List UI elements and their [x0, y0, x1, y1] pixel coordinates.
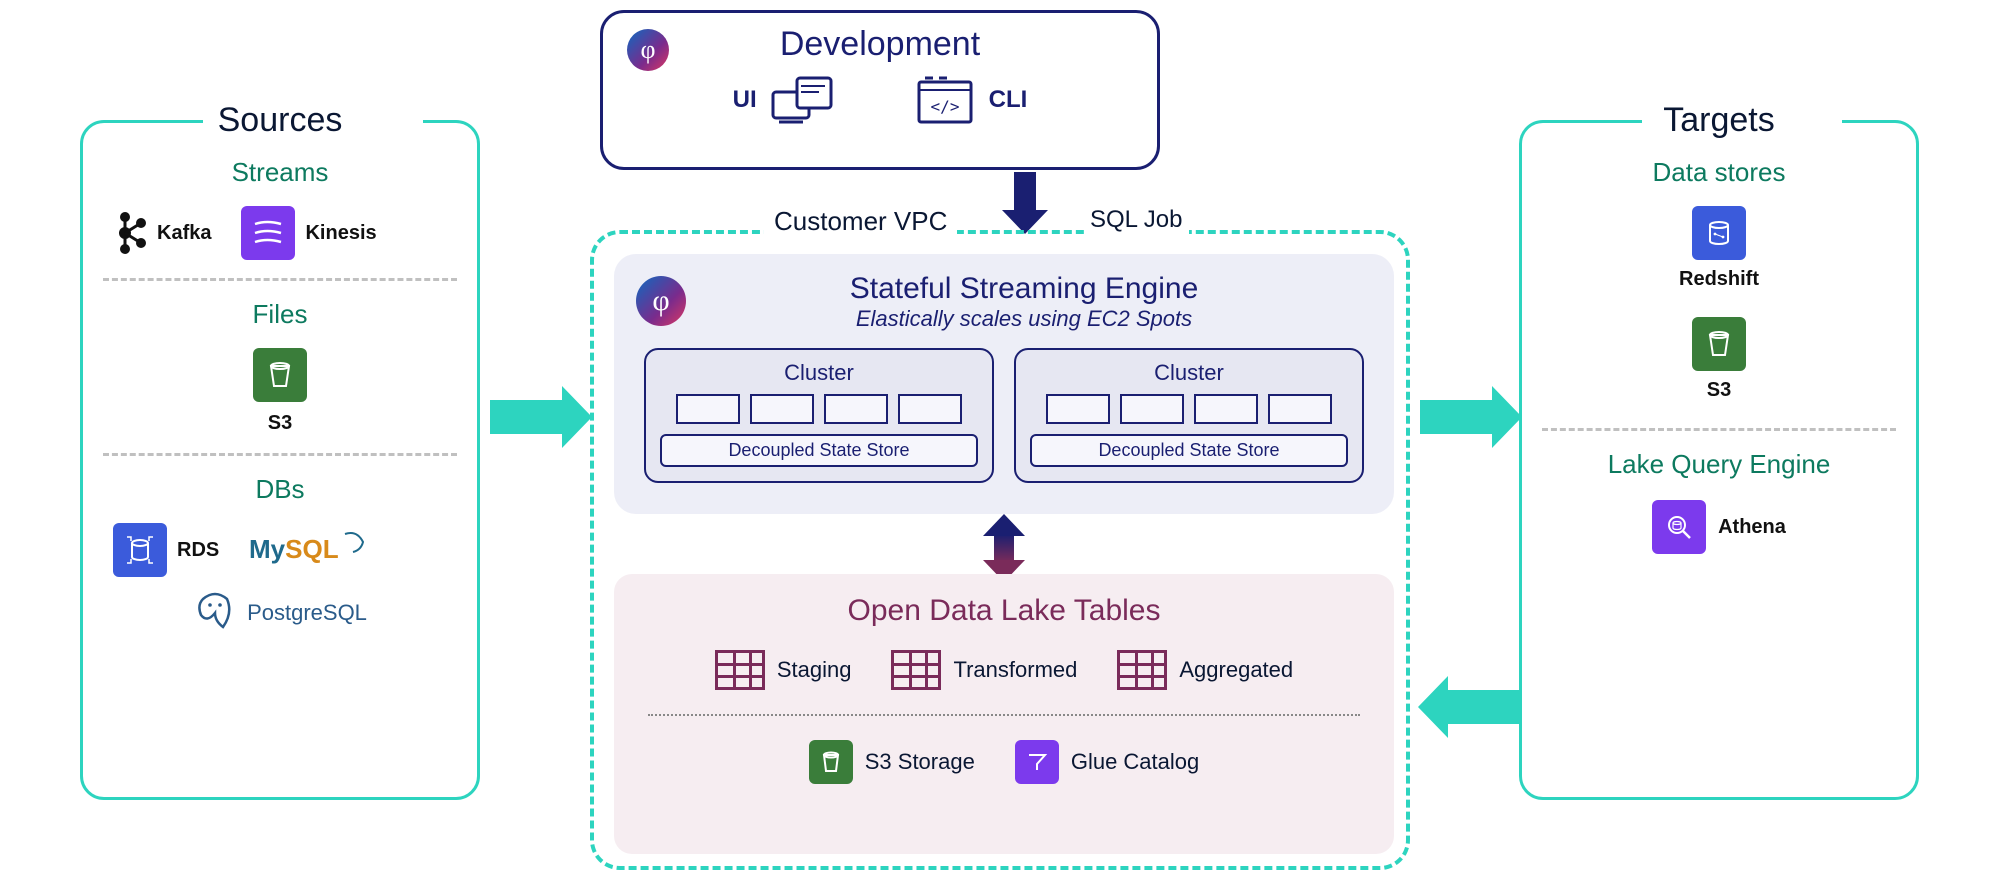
- mysql-item: MySQL: [249, 528, 369, 572]
- kinesis-item: Kinesis: [241, 206, 376, 260]
- kinesis-label: Kinesis: [305, 222, 376, 245]
- streaming-engine-card: φ Stateful Streaming Engine Elastically …: [614, 254, 1394, 514]
- athena-label: Athena: [1718, 516, 1786, 539]
- arrow-sources-to-vpc: [490, 400, 564, 434]
- postgres-icon: [193, 591, 237, 635]
- arrow-dev-to-vpc: [1014, 172, 1036, 212]
- rds-label: RDS: [177, 539, 219, 562]
- cluster-box: Cluster Decoupled State Store: [1014, 348, 1364, 483]
- targets-title: Targets: [1522, 101, 1916, 140]
- table-icon: [1117, 650, 1167, 690]
- dotted-divider-icon: [648, 714, 1360, 716]
- state-store-label: Decoupled State Store: [1030, 434, 1348, 467]
- dbs-title: DBs: [103, 474, 457, 505]
- development-title: Development: [623, 25, 1137, 64]
- kafka-icon: [113, 209, 147, 257]
- dev-ui-item: UI: [733, 74, 835, 126]
- svg-text:MySQL: MySQL: [249, 534, 339, 564]
- sql-job-label: SQL Job: [1084, 206, 1189, 234]
- s3-bucket-icon: [1692, 317, 1746, 371]
- lake-staging-item: Staging: [715, 650, 852, 690]
- postgres-label: PostgreSQL: [247, 600, 367, 626]
- cluster-box: Cluster Decoupled State Store: [644, 348, 994, 483]
- sources-title: Sources: [83, 101, 477, 140]
- divider-icon: [103, 453, 457, 456]
- worker-slot-icon: [1120, 394, 1184, 424]
- engine-title: Stateful Streaming Engine: [678, 272, 1370, 306]
- mysql-icon: MySQL: [249, 528, 369, 572]
- svg-text:</>: </>: [930, 97, 959, 116]
- lake-title: Open Data Lake Tables: [638, 594, 1370, 628]
- sources-box: Sources Streams Kafka Kinesis: [80, 120, 480, 800]
- worker-slot-icon: [1194, 394, 1258, 424]
- postgres-item: PostgreSQL: [193, 591, 367, 635]
- data-stores-title: Data stores: [1542, 157, 1896, 188]
- lake-query-title: Lake Query Engine: [1542, 449, 1896, 480]
- worker-slot-icon: [1268, 394, 1332, 424]
- streams-title: Streams: [103, 157, 457, 188]
- cluster-title: Cluster: [1030, 360, 1348, 386]
- redshift-item: Redshift: [1542, 206, 1896, 291]
- kinesis-icon: [241, 206, 295, 260]
- ui-label: UI: [733, 86, 757, 114]
- athena-icon: [1652, 500, 1706, 554]
- cluster-title: Cluster: [660, 360, 978, 386]
- lake-transformed-item: Transformed: [891, 650, 1077, 690]
- transformed-label: Transformed: [953, 657, 1077, 683]
- phi-logo-icon: φ: [636, 276, 686, 326]
- worker-slot-icon: [1046, 394, 1110, 424]
- arrow-vpc-to-targets: [1420, 400, 1494, 434]
- targets-box: Targets Data stores Redshift S3 Lake Que…: [1519, 120, 1919, 800]
- divider-icon: [1542, 428, 1896, 431]
- worker-slot-icon: [824, 394, 888, 424]
- kafka-label: Kafka: [157, 222, 211, 245]
- s3-target-item: S3: [1542, 317, 1896, 402]
- s3-storage-label: S3 Storage: [865, 749, 975, 775]
- phi-logo-icon: φ: [627, 29, 669, 71]
- divider-icon: [103, 278, 457, 281]
- kafka-item: Kafka: [113, 209, 211, 257]
- arrow-engine-lake-bidirectional: [994, 534, 1014, 562]
- cli-icon: </>: [915, 74, 975, 126]
- development-box: φ Development UI </>: [600, 10, 1160, 170]
- state-store-label: Decoupled State Store: [660, 434, 978, 467]
- s3-target-label: S3: [1707, 379, 1731, 402]
- customer-vpc-box: Customer VPC SQL Job φ Stateful Streamin…: [590, 230, 1410, 870]
- worker-slot-icon: [676, 394, 740, 424]
- lake-glue-item: Glue Catalog: [1015, 740, 1199, 784]
- redshift-icon: [1692, 206, 1746, 260]
- s3-source-item: S3: [253, 348, 307, 435]
- ui-icon: [771, 74, 835, 126]
- cli-label: CLI: [989, 86, 1028, 114]
- s3-bucket-icon: [253, 348, 307, 402]
- worker-slot-icon: [750, 394, 814, 424]
- worker-slot-icon: [898, 394, 962, 424]
- files-title: Files: [103, 299, 457, 330]
- glue-catalog-label: Glue Catalog: [1071, 749, 1199, 775]
- rds-icon: [113, 523, 167, 577]
- table-icon: [891, 650, 941, 690]
- rds-item: RDS: [113, 523, 219, 577]
- table-icon: [715, 650, 765, 690]
- athena-item: Athena: [1542, 500, 1896, 554]
- lake-s3-storage-item: S3 Storage: [809, 740, 975, 784]
- s3-bucket-icon: [809, 740, 853, 784]
- dev-cli-item: </> CLI: [915, 74, 1028, 126]
- lake-aggregated-item: Aggregated: [1117, 650, 1293, 690]
- data-lake-card: Open Data Lake Tables Staging Transforme…: [614, 574, 1394, 854]
- vpc-label: Customer VPC: [764, 206, 957, 237]
- staging-label: Staging: [777, 657, 852, 683]
- glue-icon: [1015, 740, 1059, 784]
- engine-subtitle: Elastically scales using EC2 Spots: [678, 306, 1370, 332]
- aggregated-label: Aggregated: [1179, 657, 1293, 683]
- arrow-targets-to-lake: [1446, 690, 1520, 724]
- s3-source-label: S3: [268, 412, 292, 435]
- redshift-label: Redshift: [1679, 268, 1759, 291]
